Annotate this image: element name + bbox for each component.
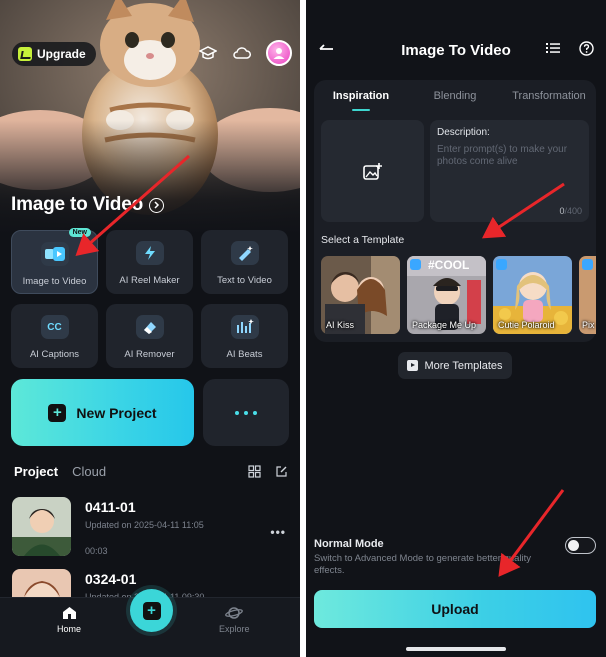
tile-ai-remover[interactable]: AI Remover	[106, 304, 193, 368]
template-section-title: Select a Template	[321, 234, 405, 246]
project-more-icon[interactable]: •••	[270, 525, 286, 539]
lightning-icon	[135, 241, 164, 265]
tile-label: Image to Video	[22, 276, 87, 287]
mode-description: Switch to Advanced Mode to generate bett…	[314, 553, 532, 576]
list-icon[interactable]	[545, 41, 561, 61]
help-icon[interactable]	[579, 41, 594, 61]
tile-label: AI Reel Maker	[119, 275, 180, 286]
tab-blending[interactable]: Blending	[408, 80, 502, 112]
description-input[interactable]: Description: Enter prompt(s) to make you…	[430, 120, 589, 222]
tab-inspiration[interactable]: Inspiration	[314, 80, 408, 112]
tile-ai-captions[interactable]: CC AI Captions	[11, 304, 98, 368]
advanced-mode-toggle[interactable]	[565, 537, 596, 554]
char-counter: 0/400	[559, 206, 582, 216]
more-tools-button[interactable]	[203, 379, 289, 446]
cool-text: #COOL	[428, 258, 470, 272]
header-actions	[545, 41, 594, 61]
tile-ai-beats[interactable]: AI Beats	[201, 304, 288, 368]
more-templates-button[interactable]: More Templates	[398, 352, 512, 379]
home-screen: Upgrade Image to Video New Image to Vide…	[0, 0, 302, 657]
grid-view-icon[interactable]	[248, 465, 261, 483]
cloud-icon[interactable]	[232, 43, 252, 63]
new-project-button[interactable]: + New Project	[11, 379, 194, 446]
tile-label: AI Remover	[124, 349, 175, 360]
description-label: Description:	[437, 127, 490, 138]
image-video-icon	[40, 242, 69, 266]
user-icon	[273, 48, 285, 59]
graduation-cap-icon[interactable]	[198, 43, 218, 63]
planet-icon	[225, 607, 244, 619]
home-indicator	[406, 647, 506, 651]
plus-icon: +	[48, 403, 67, 422]
image-to-video-screen: Image To Video Inspiration Blending Tran…	[306, 0, 606, 657]
nav-explore[interactable]: Explore	[219, 606, 250, 634]
captions-icon: CC	[40, 315, 69, 339]
template-tag-icon	[582, 259, 593, 270]
generation-card: Inspiration Blending Transformation Desc…	[314, 80, 596, 342]
beats-icon	[230, 315, 259, 339]
tab-cloud[interactable]: Cloud	[72, 464, 106, 479]
template-tag-icon	[410, 259, 421, 270]
new-badge: New	[68, 228, 91, 237]
pencil-icon	[230, 241, 259, 265]
upload-button[interactable]: Upload	[314, 590, 596, 628]
plus-icon: +	[142, 601, 161, 620]
tab-transformation[interactable]: Transformation	[502, 80, 596, 112]
tile-image-to-video[interactable]: New Image to Video	[11, 228, 98, 294]
upgrade-label: Upgrade	[37, 47, 86, 61]
avatar[interactable]	[266, 40, 292, 66]
template-pix[interactable]: Pix	[579, 256, 596, 334]
template-tag-icon	[496, 259, 507, 270]
hero-title[interactable]: Image to Video	[11, 194, 164, 216]
eraser-icon	[135, 315, 164, 339]
add-image-icon	[362, 163, 382, 180]
template-cutie-polaroid[interactable]: Cutie Polaroid	[493, 256, 572, 334]
project-row[interactable]: 0411-01 Updated on 2025-04-11 11:05 00:0…	[12, 497, 294, 557]
project-duration: 00:03	[85, 546, 108, 556]
chevron-right-icon	[149, 197, 164, 213]
edit-icon[interactable]	[275, 465, 288, 483]
nav-home[interactable]: Home	[57, 606, 81, 634]
tile-text-to-video[interactable]: Text to Video	[201, 230, 288, 294]
home-icon	[62, 607, 76, 619]
project-thumbnail	[12, 497, 71, 556]
tile-ai-reel-maker[interactable]: AI Reel Maker	[106, 230, 193, 294]
project-name: 0411-01	[85, 499, 136, 515]
tile-label: AI Beats	[226, 349, 263, 360]
mode-tabs: Inspiration Blending Transformation	[314, 80, 596, 112]
upgrade-button[interactable]: Upgrade	[12, 42, 96, 66]
project-updated: Updated on 2025-04-11 11:05	[85, 520, 204, 530]
crown-icon	[18, 47, 32, 61]
project-tools	[248, 465, 288, 483]
template-package-me-up[interactable]: #COOL Package Me Up	[407, 256, 486, 334]
create-fab-button[interactable]: +	[130, 589, 173, 632]
tile-label: AI Captions	[29, 349, 80, 360]
bottom-navigation: Home + Explore	[0, 589, 302, 657]
top-toolbar	[198, 40, 292, 66]
project-tabs: Project Cloud	[14, 464, 106, 479]
play-icon	[407, 360, 419, 371]
description-placeholder: Enter prompt(s) to make your photos come…	[437, 144, 568, 167]
project-name: 0324-01	[85, 571, 137, 587]
add-photo-button[interactable]	[321, 120, 424, 222]
tab-project[interactable]: Project	[14, 464, 58, 479]
tile-label: Text to Video	[217, 275, 272, 286]
mode-title: Normal Mode	[314, 538, 384, 550]
template-ai-kiss[interactable]: AI Kiss	[321, 256, 400, 334]
